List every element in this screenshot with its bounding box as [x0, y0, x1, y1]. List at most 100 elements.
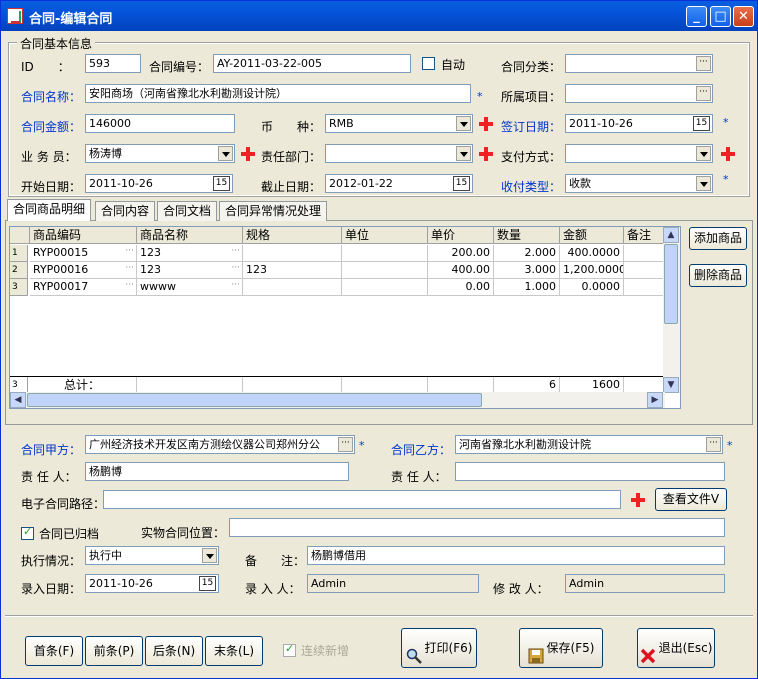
horizontal-scrollbar[interactable]: ◀ ▶	[10, 392, 665, 408]
chevron-down-icon[interactable]	[218, 146, 233, 161]
auto-checkbox[interactable]	[422, 57, 435, 70]
table-cell[interactable]: 1.000	[494, 279, 560, 296]
table-cell[interactable]	[624, 279, 665, 296]
column-header[interactable]: 商品编码	[30, 227, 137, 244]
scroll-left-icon[interactable]: ◀	[10, 392, 26, 408]
chevron-down-icon[interactable]	[696, 176, 711, 191]
table-cell[interactable]: RYP00017 ···	[30, 279, 137, 296]
save-button[interactable]: 保存(F5)	[519, 628, 603, 668]
column-header[interactable]: 规格	[243, 227, 342, 244]
archived-checkbox[interactable]	[21, 525, 34, 540]
maximize-button[interactable]: □	[710, 6, 731, 27]
category-lookup-button[interactable]: ···	[696, 56, 711, 71]
resp-a-field[interactable]: 杨鹏博	[85, 462, 349, 481]
vertical-scrollbar[interactable]: ▲ ▼	[663, 227, 680, 393]
ellipsis-icon[interactable]: ···	[231, 264, 240, 273]
column-header[interactable]: 商品名称	[137, 227, 243, 244]
contract-name-field[interactable]: 安阳商场（河南省豫北水利勘测设计院）	[85, 84, 471, 103]
horizontal-scroll-thumb[interactable]	[27, 393, 482, 407]
currency-select[interactable]: RMB	[325, 114, 473, 133]
table-cell[interactable]: 200.00	[428, 245, 494, 262]
party-a-lookup-button[interactable]: ···	[338, 437, 353, 452]
ellipsis-icon[interactable]: ···	[231, 281, 240, 290]
table-cell[interactable]: 400.0000	[560, 245, 624, 262]
column-header[interactable]: 备注	[624, 227, 665, 244]
party-b-lookup-button[interactable]: ···	[706, 437, 721, 452]
calendar-icon[interactable]: 15	[199, 576, 216, 591]
entry-date-field[interactable]: 2011-10-26 15	[85, 574, 219, 593]
pay-type-select[interactable]: 收款	[565, 174, 713, 193]
print-button[interactable]: 打印(F6)	[401, 628, 477, 668]
exec-select[interactable]: 执行中	[85, 546, 219, 565]
table-cell[interactable]: 123 ···	[137, 262, 243, 279]
table-cell[interactable]: wwww ···	[137, 279, 243, 296]
calendar-icon[interactable]: 15	[213, 176, 230, 191]
table-cell[interactable]	[342, 262, 428, 279]
vertical-scroll-thumb[interactable]	[664, 244, 678, 324]
table-cell[interactable]	[624, 262, 665, 279]
tab-product-detail[interactable]: 合同商品明细	[7, 199, 92, 221]
tab-contract-docs[interactable]: 合同文档	[157, 201, 218, 221]
start-date-field[interactable]: 2011-10-26 15	[85, 174, 233, 193]
prev-record-button[interactable]: 前条(P)	[85, 636, 143, 666]
remark-field[interactable]: 杨鹏博借用	[307, 546, 725, 565]
table-cell[interactable]: RYP00016 ···	[30, 262, 137, 279]
end-date-field[interactable]: 2012-01-22 15	[325, 174, 473, 193]
table-cell[interactable]: RYP00015 ···	[30, 245, 137, 262]
minimize-button[interactable]: _	[686, 6, 707, 27]
table-cell[interactable]	[243, 245, 342, 262]
project-field[interactable]: ···	[565, 84, 713, 103]
column-header[interactable]: 单价	[428, 227, 494, 244]
last-record-button[interactable]: 末条(L)	[205, 636, 263, 666]
ellipsis-icon[interactable]: ···	[125, 247, 134, 256]
calendar-icon[interactable]: 15	[453, 176, 470, 191]
column-header[interactable]: 金额	[560, 227, 624, 244]
table-cell[interactable]: 2.000	[494, 245, 560, 262]
salesman-select[interactable]: 杨涛博	[85, 144, 235, 163]
add-product-button[interactable]: 添加商品	[689, 227, 747, 250]
epath-field[interactable]	[103, 490, 621, 509]
table-cell[interactable]	[342, 245, 428, 262]
chevron-down-icon[interactable]	[456, 146, 471, 161]
table-cell[interactable]	[624, 245, 665, 262]
table-cell[interactable]: 0.0000	[560, 279, 624, 296]
ellipsis-icon[interactable]: ···	[125, 281, 134, 290]
chevron-down-icon[interactable]	[696, 146, 711, 161]
pay-method-select[interactable]	[565, 144, 713, 163]
column-header[interactable]: 单位	[342, 227, 428, 244]
table-cell[interactable]: 3.000	[494, 262, 560, 279]
add-pay-method-plus-icon[interactable]	[721, 147, 735, 161]
party-a-field[interactable]: 广州经济技术开发区南方测绘仪器公司郑州分公 ···	[85, 435, 355, 454]
add-currency-plus-icon[interactable]	[479, 117, 493, 131]
table-cell[interactable]	[243, 279, 342, 296]
view-file-button[interactable]: 查看文件V	[655, 488, 727, 511]
category-field[interactable]: ···	[565, 54, 713, 73]
physical-location-field[interactable]	[229, 518, 725, 537]
table-cell[interactable]: 0.00	[428, 279, 494, 296]
id-field[interactable]: 593	[85, 54, 141, 73]
row-indicator[interactable]: 3	[10, 279, 28, 296]
resp-b-field[interactable]	[455, 462, 725, 481]
close-button[interactable]: ✕	[733, 6, 754, 27]
project-lookup-button[interactable]: ···	[696, 86, 711, 101]
row-indicator[interactable]: 1 ▶	[10, 245, 28, 274]
exit-button[interactable]: 退出(Esc)	[637, 628, 715, 668]
delete-product-button[interactable]: 删除商品	[689, 264, 747, 287]
column-header[interactable]: 数量	[494, 227, 560, 244]
add-dept-plus-icon[interactable]	[479, 147, 493, 161]
sign-date-field[interactable]: 2011-10-26 15	[565, 114, 713, 133]
continuous-add-checkbox[interactable]	[283, 642, 296, 657]
table-cell[interactable]	[342, 279, 428, 296]
scroll-down-icon[interactable]: ▼	[663, 377, 679, 393]
party-b-field[interactable]: 河南省豫北水利勘测设计院 ···	[455, 435, 723, 454]
chevron-down-icon[interactable]	[456, 116, 471, 131]
scroll-right-icon[interactable]: ▶	[647, 392, 663, 408]
add-epath-plus-icon[interactable]	[631, 493, 645, 507]
table-cell[interactable]: 123	[243, 262, 342, 279]
chevron-down-icon[interactable]	[202, 548, 217, 563]
table-cell[interactable]: 1,200.0000	[560, 262, 624, 279]
ellipsis-icon[interactable]: ···	[125, 264, 134, 273]
add-salesman-plus-icon[interactable]	[241, 147, 255, 161]
row-indicator[interactable]: 2	[10, 262, 28, 279]
dept-select[interactable]	[325, 144, 473, 163]
